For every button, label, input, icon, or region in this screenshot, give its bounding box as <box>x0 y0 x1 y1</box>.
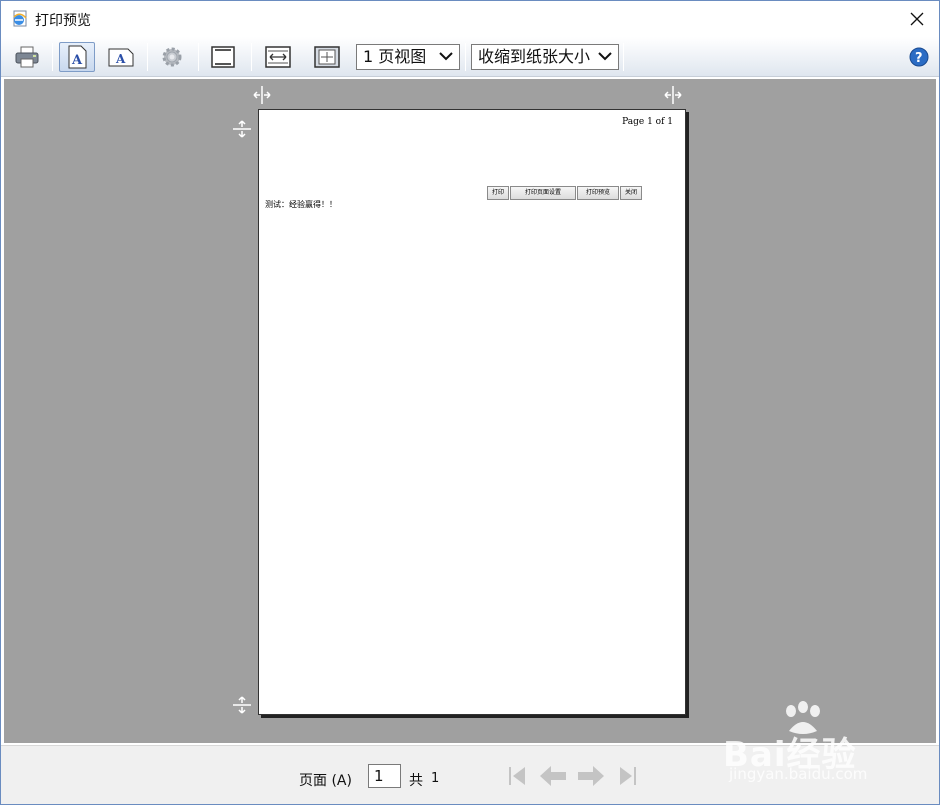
gear-icon <box>162 47 182 67</box>
last-page-icon <box>620 767 636 785</box>
vertical-resize-icon <box>233 120 251 138</box>
page-print-button: 打印 <box>487 186 509 200</box>
close-icon <box>910 12 924 26</box>
toolbar-separator <box>623 43 624 71</box>
page-number-input[interactable]: 1 <box>368 764 401 788</box>
previous-page-button[interactable] <box>538 762 568 790</box>
scale-select[interactable]: 收缩到纸张大小 <box>471 44 619 70</box>
fit-page-icon <box>314 46 340 68</box>
view-mode-select[interactable]: 1 页视图 <box>356 44 460 70</box>
full-page-button[interactable] <box>309 42 345 72</box>
window-title: 打印预览 <box>35 13 91 29</box>
baidu-watermark: Bai经验 jingyan.baidu.com <box>723 701 893 785</box>
horizontal-resize-icon <box>664 86 682 104</box>
preview-page: Page 1 of 1 打印 打印页面设置 打印预览 关闭 测试：经验赢得！！ <box>258 109 686 715</box>
landscape-button[interactable]: A <box>103 42 139 72</box>
help-icon: ? <box>909 47 929 67</box>
ie-document-icon <box>11 10 29 28</box>
full-width-button[interactable] <box>260 42 296 72</box>
page-body-text: 测试：经验赢得！！ <box>265 200 337 209</box>
watermark-url: jingyan.baidu.com <box>729 765 868 783</box>
fit-width-icon <box>265 46 291 68</box>
arrow-left-icon <box>540 766 566 786</box>
page-button-row: 打印 打印页面设置 打印预览 关闭 <box>487 186 643 200</box>
page-label: 页面 (A) <box>299 773 352 789</box>
toolbar-separator <box>198 43 199 71</box>
landscape-page-icon: A <box>108 48 134 67</box>
title-bar: 打印预览 <box>1 1 939 37</box>
header-footer-icon <box>211 46 235 68</box>
first-page-button[interactable] <box>502 762 532 790</box>
scale-value: 收缩到纸张大小 <box>478 47 591 66</box>
portrait-button[interactable]: A <box>59 42 95 72</box>
toolbar-separator <box>52 43 53 71</box>
toolbar-separator <box>147 43 148 71</box>
last-page-button[interactable] <box>613 762 643 790</box>
help-button[interactable]: ? <box>909 47 929 67</box>
portrait-page-icon: A <box>68 45 87 69</box>
page-close-button: 关闭 <box>620 186 642 200</box>
header-footer-button[interactable] <box>205 42 241 72</box>
bottom-margin-handle[interactable] <box>231 694 253 716</box>
chevron-down-icon <box>439 52 453 61</box>
toolbar-separator <box>251 43 252 71</box>
printer-icon <box>15 46 39 68</box>
page-setup-page-button: 打印页面设置 <box>510 186 576 200</box>
first-page-icon <box>509 767 525 785</box>
left-margin-handle[interactable] <box>251 84 273 106</box>
total-pages: 1 <box>431 771 440 786</box>
total-label: 共 <box>409 773 423 789</box>
top-margin-handle[interactable] <box>231 118 253 140</box>
page-preview-button: 打印预览 <box>577 186 619 200</box>
svg-text:A: A <box>71 53 83 68</box>
page-number-header: Page 1 of 1 <box>622 117 673 127</box>
arrow-right-icon <box>578 766 604 786</box>
right-margin-handle[interactable] <box>662 84 684 106</box>
view-mode-value: 1 页视图 <box>363 47 427 66</box>
page-setup-button[interactable] <box>154 42 190 72</box>
close-button[interactable] <box>895 1 939 37</box>
toolbar-separator <box>465 43 466 71</box>
horizontal-resize-icon <box>253 86 271 104</box>
vertical-resize-icon <box>233 696 251 714</box>
chevron-down-icon <box>598 52 612 61</box>
next-page-button[interactable] <box>576 762 606 790</box>
svg-text:?: ? <box>915 51 923 66</box>
toolbar: A A 1 页视图 收缩到纸张大小 ? <box>1 37 939 77</box>
print-button[interactable] <box>9 42 45 72</box>
preview-area[interactable]: Page 1 of 1 打印 打印页面设置 打印预览 关闭 测试：经验赢得！！ <box>4 79 936 743</box>
svg-text:A: A <box>115 52 126 66</box>
print-preview-window: 打印预览 A A 1 页视图 收缩到纸张大小 ? Page 1 of 1 打印 … <box>0 0 940 805</box>
